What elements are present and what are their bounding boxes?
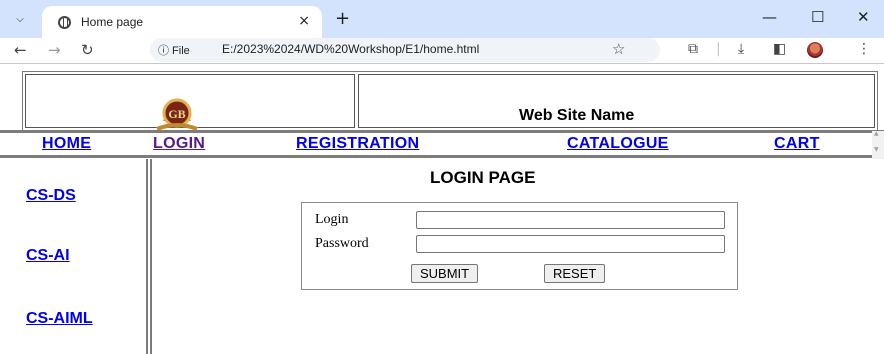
url-text[interactable]: E:/2023%2024/WD%20Workshop/E1/home.html bbox=[222, 42, 479, 56]
nav-registration-link[interactable]: REGISTRATION bbox=[296, 135, 419, 153]
tab-title: Home page bbox=[81, 15, 144, 29]
browser-toolbar: ← → ↻ ⓘ File E:/2023%2024/WD%20Workshop/… bbox=[0, 38, 884, 64]
reload-icon[interactable]: ↻ bbox=[81, 42, 94, 58]
submit-button[interactable]: SUBMIT bbox=[411, 264, 479, 283]
header-frame: GB Web Site Name bbox=[22, 71, 878, 131]
maximize-icon[interactable]: ☐ bbox=[811, 8, 824, 26]
site-info-button[interactable]: ⓘ File bbox=[158, 42, 190, 58]
back-arrow-icon[interactable]: ← bbox=[14, 42, 27, 58]
browser-tab-strip: ⌵ Home page × + — ☐ ✕ bbox=[0, 0, 884, 38]
login-input[interactable] bbox=[416, 211, 725, 229]
login-label: Login bbox=[315, 212, 349, 227]
more-menu-icon[interactable]: ⋮ bbox=[857, 41, 871, 57]
svg-text:GB: GB bbox=[168, 107, 185, 121]
sidebar-cs-ai-link[interactable]: CS-AI bbox=[26, 247, 70, 265]
extensions-puzzle-icon[interactable]: ⧉ bbox=[688, 41, 698, 57]
reset-button[interactable]: RESET bbox=[544, 264, 606, 283]
sidebar-cs-ds-link[interactable]: CS-DS bbox=[26, 187, 76, 205]
login-form: Login Password SUBMIT RESET bbox=[301, 202, 738, 290]
forward-arrow-icon[interactable]: → bbox=[48, 42, 61, 58]
header-logo-cell: GB bbox=[25, 74, 355, 131]
profile-avatar[interactable] bbox=[807, 42, 823, 58]
frame-scrollbar[interactable] bbox=[872, 130, 884, 159]
sidebar-cs-aiml-link[interactable]: CS-AIML bbox=[26, 310, 93, 328]
site-name: Web Site Name bbox=[519, 107, 635, 124]
password-label: Password bbox=[315, 236, 369, 251]
nav-login-link[interactable]: LOGIN bbox=[153, 135, 205, 153]
tab-close-icon[interactable]: × bbox=[298, 13, 310, 29]
web-page: GB Web Site Name HOME LOGIN REGISTRATION… bbox=[0, 65, 884, 354]
main-navigation: HOME LOGIN REGISTRATION CATALOGUE CART bbox=[0, 130, 884, 158]
nav-catalogue-link[interactable]: CATALOGUE bbox=[567, 135, 669, 153]
bookmark-star-icon[interactable]: ☆ bbox=[612, 40, 625, 58]
college-crest-logo-icon: GB bbox=[156, 98, 198, 131]
address-bar[interactable]: ⓘ File E:/2023%2024/WD%20Workshop/E1/hom… bbox=[150, 38, 660, 62]
password-input[interactable] bbox=[416, 235, 725, 253]
nav-home-link[interactable]: HOME bbox=[42, 135, 91, 153]
download-icon[interactable]: ⤓ bbox=[738, 41, 744, 57]
close-window-icon[interactable]: ✕ bbox=[857, 8, 870, 26]
toolbar-divider: | bbox=[716, 41, 721, 57]
minimize-icon[interactable]: — bbox=[762, 8, 777, 26]
browser-tab-home[interactable]: Home page × bbox=[42, 6, 322, 38]
frame-divider[interactable] bbox=[146, 159, 152, 354]
new-tab-plus-icon[interactable]: + bbox=[335, 10, 350, 28]
globe-icon bbox=[58, 15, 71, 29]
side-panel-icon[interactable]: ◧ bbox=[773, 41, 786, 57]
header-title-cell: Web Site Name bbox=[358, 74, 875, 128]
tab-search-chevron-icon[interactable]: ⌵ bbox=[8, 9, 32, 29]
nav-cart-link[interactable]: CART bbox=[774, 135, 820, 153]
login-page-title: LOGIN PAGE bbox=[430, 168, 536, 187]
